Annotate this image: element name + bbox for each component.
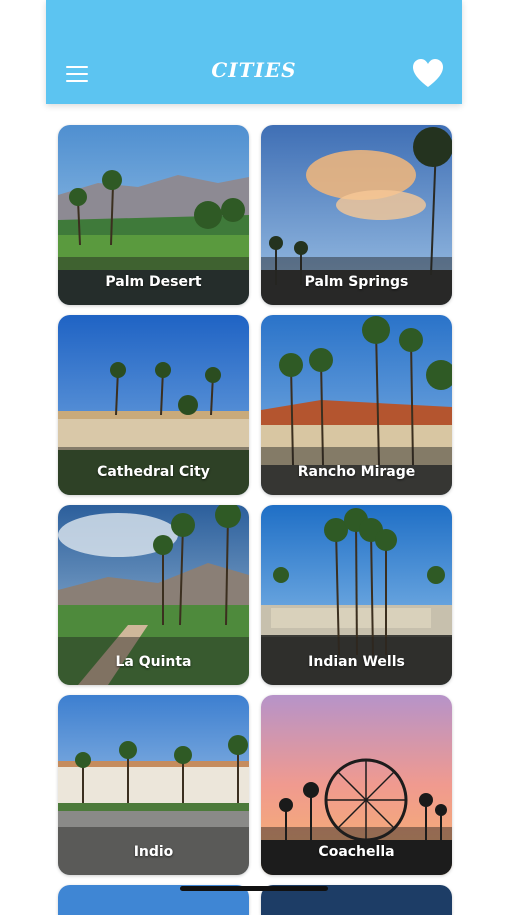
city-name: Indio — [133, 844, 174, 860]
city-card-cathedral-city[interactable]: Cathedral City — [58, 315, 249, 495]
city-card-rancho-mirage[interactable]: Rancho Mirage — [261, 315, 452, 495]
city-name: Coachella — [318, 844, 395, 860]
home-indicator[interactable] — [180, 886, 328, 891]
city-name: Indian Wells — [308, 654, 405, 670]
city-name: Cathedral City — [97, 464, 210, 480]
city-card-indio[interactable]: Indio — [58, 695, 249, 875]
city-name: Palm Desert — [105, 274, 202, 290]
city-name: Rancho Mirage — [297, 464, 416, 480]
city-card-la-quinta[interactable]: La Quinta — [58, 505, 249, 685]
app-header: CITIES — [46, 0, 462, 104]
city-card-palm-desert[interactable]: Palm Desert — [58, 125, 249, 305]
city-card-coachella[interactable]: Coachella — [261, 695, 452, 875]
city-card-palm-springs[interactable]: Palm Springs — [261, 125, 452, 305]
page-title: CITIES — [211, 58, 297, 82]
heart-icon[interactable] — [412, 58, 444, 92]
city-name: La Quinta — [115, 654, 192, 670]
city-card-indian-wells[interactable]: Indian Wells — [261, 505, 452, 685]
city-name: Palm Springs — [304, 274, 409, 290]
